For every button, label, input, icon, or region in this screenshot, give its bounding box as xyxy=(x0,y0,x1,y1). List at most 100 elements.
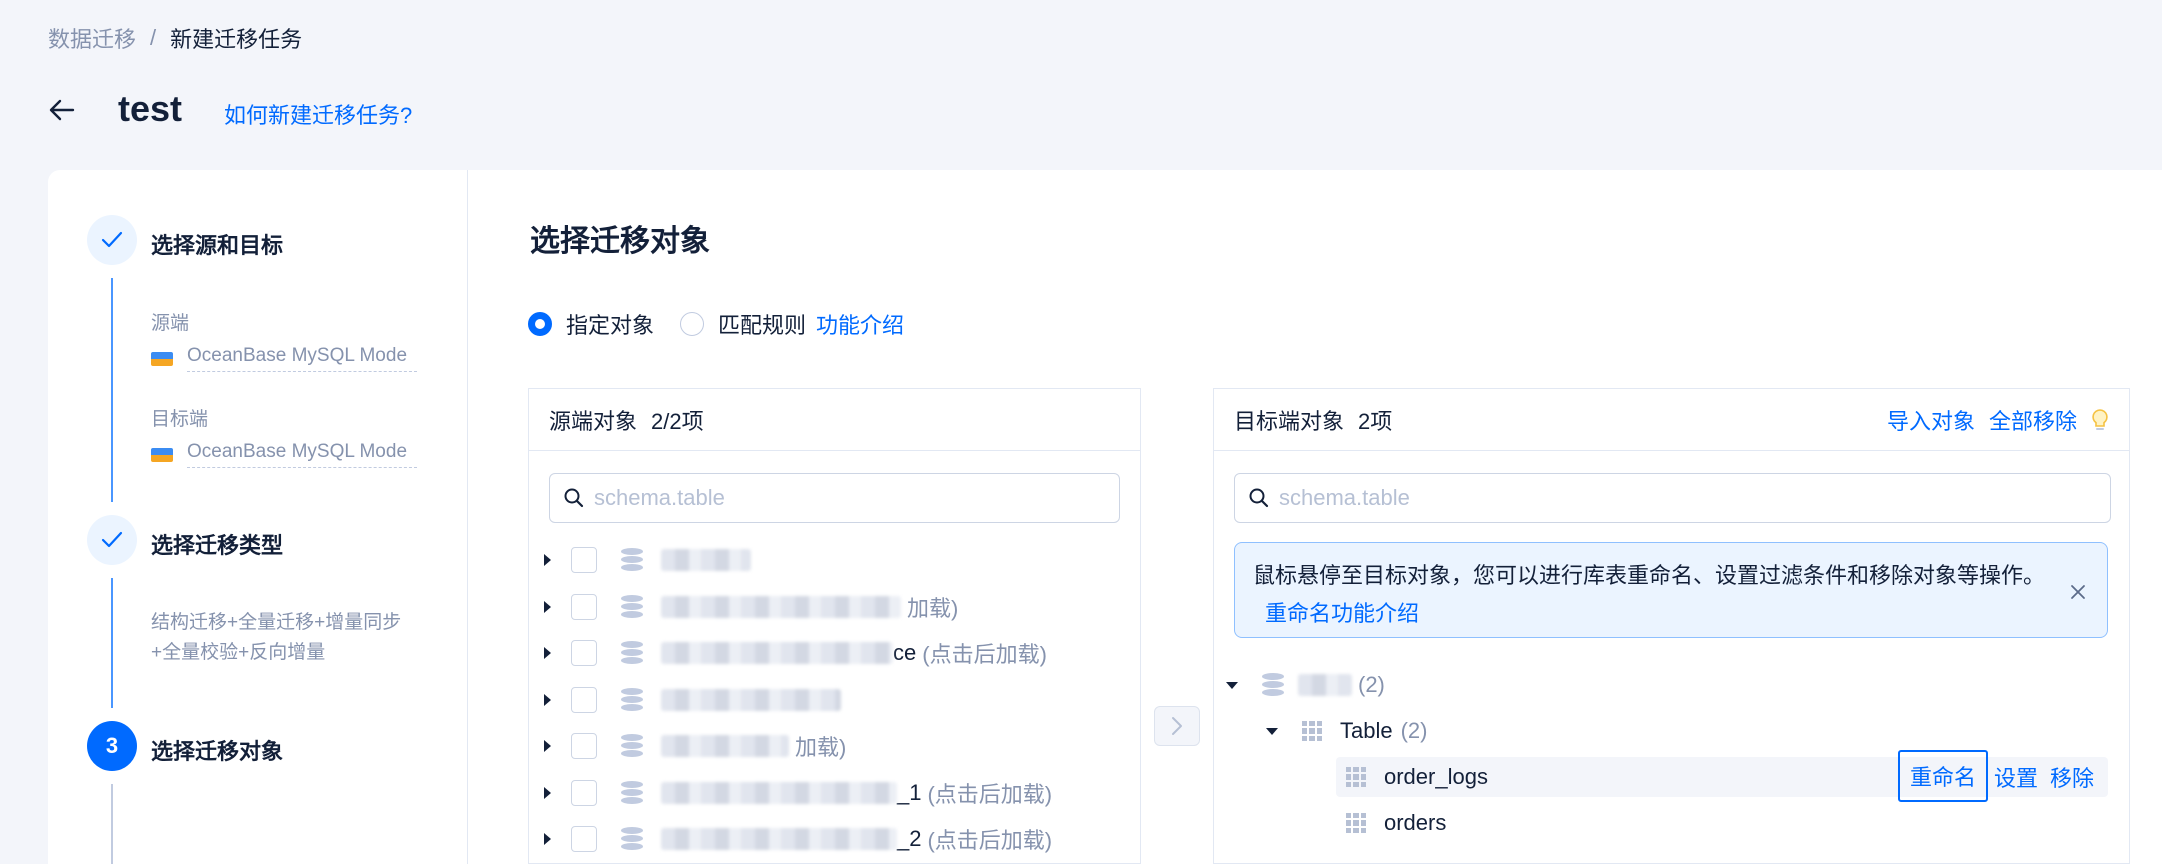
check-icon xyxy=(101,531,123,548)
step-2-status xyxy=(87,515,137,565)
redacted-schema-name xyxy=(661,828,897,850)
feature-intro-link[interactable]: 功能介绍 xyxy=(816,308,904,340)
database-icon xyxy=(621,548,643,572)
row-checkbox[interactable] xyxy=(571,779,597,806)
lightbulb-icon[interactable] xyxy=(2091,408,2109,432)
alert-close-button[interactable] xyxy=(2066,580,2090,604)
oceanbase-logo-icon xyxy=(151,447,173,462)
expand-caret-icon[interactable] xyxy=(544,600,551,613)
radio-label[interactable]: 指定对象 xyxy=(566,308,654,340)
target-panel-header: 目标端对象 2项 导入对象 全部移除 xyxy=(1214,389,2129,451)
database-icon xyxy=(621,734,643,758)
table-icon xyxy=(1346,767,1366,787)
group-count: (2) xyxy=(1400,718,1428,743)
info-alert: 鼠标悬停至目标对象，您可以进行库表重命名、设置过滤条件和移除对象等操作。 重命名… xyxy=(1234,542,2108,638)
row-checkbox[interactable] xyxy=(571,733,597,759)
step-2-connector xyxy=(111,578,113,708)
target-search-input[interactable]: schema.table xyxy=(1234,473,2111,523)
database-icon xyxy=(621,780,643,805)
migration-type-desc: 结构迁移+全量迁移+增量同步 +全量校验+反向增量 xyxy=(151,608,401,668)
target-table-row[interactable]: order_logs xyxy=(1346,757,1488,797)
search-placeholder: schema.table xyxy=(594,485,725,510)
remove-button[interactable]: 移除 xyxy=(2050,757,2094,797)
rename-intro-link[interactable]: 重命名功能介绍 xyxy=(1265,601,1419,626)
source-tree-row[interactable] xyxy=(544,680,847,720)
source-tree-row[interactable]: 加载) xyxy=(544,726,846,766)
page-title: test xyxy=(118,88,183,129)
table-icon xyxy=(1302,721,1322,741)
expand-caret-icon[interactable] xyxy=(544,833,551,845)
target-panel-count: 2项 xyxy=(1358,408,1393,434)
source-tree-row[interactable]: ce (点击后加载) xyxy=(544,633,1047,673)
target-label: 目标端 xyxy=(151,409,209,430)
redacted-schema-name xyxy=(661,781,897,804)
search-icon xyxy=(1249,488,1269,508)
chevron-right-icon xyxy=(1172,717,1182,735)
radio-specify-objects[interactable] xyxy=(528,312,552,336)
step-1-connector xyxy=(111,278,113,502)
source-tree-row[interactable] xyxy=(544,540,757,580)
expand-caret-icon[interactable] xyxy=(544,786,551,799)
group-name: Table xyxy=(1340,718,1393,743)
breadcrumb-separator: / xyxy=(150,25,157,50)
breadcrumb-parent[interactable]: 数据迁移 xyxy=(48,22,136,54)
target-db-node[interactable]: (2) xyxy=(1226,665,1385,705)
table-icon xyxy=(1346,813,1366,833)
search-icon xyxy=(564,488,584,508)
rename-button[interactable]: 重命名 xyxy=(1898,750,1988,802)
back-button[interactable] xyxy=(44,92,80,128)
load-hint: (点击后加载) xyxy=(927,781,1053,807)
expand-caret-icon[interactable] xyxy=(544,554,551,566)
step-2-title[interactable]: 选择迁移类型 xyxy=(151,528,283,560)
section-title: 选择迁移对象 xyxy=(530,225,710,258)
remove-all-link[interactable]: 全部移除 xyxy=(1989,404,2077,436)
source-db: OceanBase MySQL Mode xyxy=(151,345,417,372)
load-hint: 加载) xyxy=(907,595,959,621)
redacted-schema-name xyxy=(661,688,841,711)
step-1-status xyxy=(87,215,137,265)
database-icon xyxy=(621,827,643,851)
schema-name-tail: ce xyxy=(893,640,917,665)
load-hint: (点击后加载) xyxy=(927,828,1053,853)
help-link[interactable]: 如何新建迁移任务? xyxy=(224,98,412,130)
radio-label[interactable]: 匹配规则 xyxy=(718,308,806,340)
source-tree-row[interactable]: _2 (点击后加载) xyxy=(544,819,1052,859)
database-icon xyxy=(1262,673,1284,697)
radio-match-rules[interactable] xyxy=(680,312,705,336)
alert-text: 鼠标悬停至目标对象，您可以进行库表重命名、设置过滤条件和移除对象等操作。 xyxy=(1253,563,2046,588)
step-1-title[interactable]: 选择源和目标 xyxy=(151,228,283,260)
step-3-title: 选择迁移对象 xyxy=(151,739,284,764)
transfer-button[interactable] xyxy=(1154,706,1200,746)
load-hint: (点击后加载) xyxy=(922,642,1047,667)
target-group-node[interactable]: Table (2) xyxy=(1266,711,1427,751)
db-count: (2) xyxy=(1358,672,1385,697)
collapse-caret-icon[interactable] xyxy=(1266,727,1278,735)
redacted-schema-name xyxy=(661,642,893,664)
schema-name-tail: _1 xyxy=(897,779,922,805)
row-checkbox[interactable] xyxy=(571,686,597,713)
row-checkbox[interactable] xyxy=(571,547,597,573)
import-objects-link[interactable]: 导入对象 xyxy=(1887,404,1975,436)
redacted-schema-name xyxy=(661,735,789,757)
step-3-number: 3 xyxy=(87,721,137,771)
expand-caret-icon[interactable] xyxy=(544,740,551,752)
collapse-caret-icon[interactable] xyxy=(1226,681,1238,689)
source-tree-row[interactable]: _1 (点击后加载) xyxy=(544,773,1052,813)
source-search-input[interactable]: schema.table xyxy=(549,473,1120,523)
settings-button[interactable]: 设置 xyxy=(1994,757,2038,797)
schema-name-tail: _2 xyxy=(897,826,922,851)
target-table-row[interactable]: orders xyxy=(1346,803,1446,843)
source-label: 源端 xyxy=(151,313,190,334)
redacted-db-name xyxy=(1298,674,1352,696)
target-panel-title: 目标端对象 xyxy=(1234,408,1345,434)
database-icon xyxy=(621,641,643,665)
expand-caret-icon[interactable] xyxy=(544,693,551,706)
row-checkbox[interactable] xyxy=(571,593,597,620)
row-checkbox[interactable] xyxy=(571,826,597,852)
source-tree-row[interactable]: 加载) xyxy=(544,587,958,627)
row-checkbox[interactable] xyxy=(571,640,597,666)
expand-caret-icon[interactable] xyxy=(544,647,551,659)
source-panel-header: 源端对象 2/2项 xyxy=(529,389,1140,451)
source-panel-title: 源端对象 xyxy=(549,408,638,434)
database-icon xyxy=(621,687,643,712)
